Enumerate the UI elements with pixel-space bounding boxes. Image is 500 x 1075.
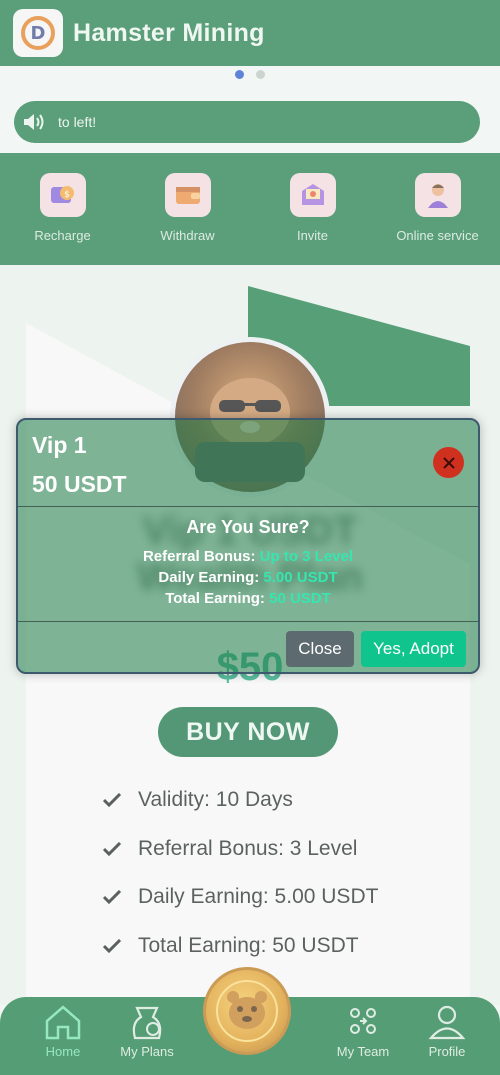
- referral-value: Up to 3 Level: [259, 548, 354, 565]
- daily-value: 5.00 USDT: [263, 569, 338, 586]
- dialog-body: Are You Sure? Referral Bonus: Up to 3 Le…: [18, 507, 478, 621]
- dialog-question: Are You Sure?: [186, 517, 310, 537]
- dialog-header: Vip 1 50 USDT: [18, 420, 478, 506]
- daily-label: Daily Earning:: [158, 569, 260, 586]
- close-button[interactable]: Close: [286, 631, 354, 667]
- total-value: 50 USDT: [269, 590, 331, 607]
- close-icon[interactable]: [433, 447, 464, 478]
- dialog-referral-line: Referral Bonus: Up to 3 Level: [18, 546, 478, 567]
- dialog-divider: [18, 621, 478, 622]
- referral-label: Referral Bonus:: [142, 548, 256, 565]
- total-label: Total Earning:: [165, 590, 265, 607]
- dialog-total-line: Total Earning: 50 USDT: [18, 588, 478, 609]
- dialog-plan-name: Vip 1: [32, 432, 87, 458]
- confirm-adopt-button[interactable]: Yes, Adopt: [361, 631, 466, 667]
- dialog-daily-line: Daily Earning: 5.00 USDT: [18, 567, 478, 588]
- confirm-dialog: Vip 1 50 USDT Are You Sure? Referral Bon…: [16, 418, 480, 674]
- dialog-divider: [18, 506, 478, 507]
- dialog-footer: Close Yes, Adopt: [18, 622, 478, 672]
- dialog-plan-amount: 50 USDT: [32, 471, 127, 497]
